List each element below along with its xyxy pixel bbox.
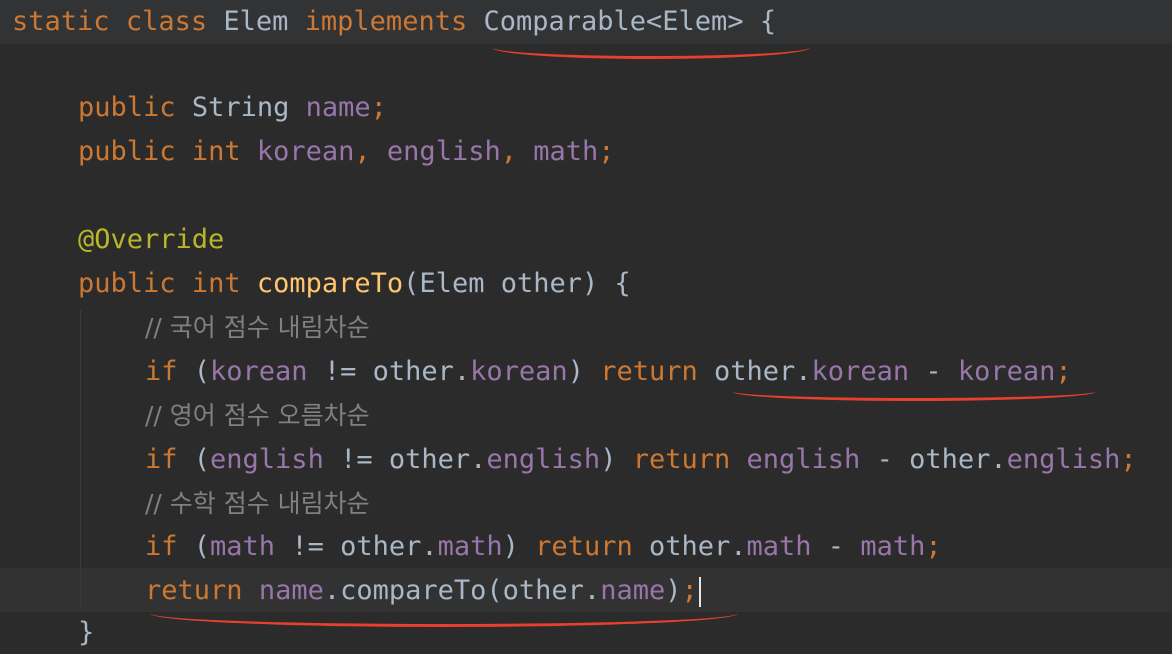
open-brace: { [759,6,777,37]
keyword-class: class [125,6,208,37]
operator-minus-other: - other. [860,444,1007,475]
keyword-return: return [145,575,243,606]
field-english: english [1006,444,1121,475]
keyword-implements: implements [304,6,468,37]
method-params: (Elem other) { [403,268,631,299]
paren-open: ( [177,356,211,387]
keyword-if: if [145,531,178,562]
paren-close: ) [567,356,601,387]
class-name: Elem [223,6,289,37]
underline-comparable [492,36,810,59]
code-line-override-annotation[interactable]: @Override [78,220,224,260]
indent-guide [80,310,81,610]
field-math: math [860,531,926,562]
keyword-return: return [600,356,698,387]
field-korean: korean [470,356,568,387]
comment-math-desc[interactable]: // 수학 점수 내림차순 [145,484,370,524]
keyword-public: public [78,136,176,167]
keyword-if: if [145,444,178,475]
semicolon: ; [1055,356,1072,387]
operator-neq: != other. [275,531,438,562]
type-string: String [191,92,290,123]
code-line-english-compare[interactable]: if (english != other.english) return eng… [145,440,1137,480]
paren-close: ) [600,444,633,475]
field-english: english [746,444,861,475]
interface-name: Comparable<Elem> [483,6,744,37]
field-math: math [533,136,599,167]
semicolon: ; [925,531,942,562]
field-korean: korean [256,136,355,167]
comment-english-asc[interactable]: // 영어 점수 오름차순 [145,396,370,436]
comma: , [354,136,387,167]
paren-close: ) [665,575,682,606]
keyword-return: return [632,444,731,475]
method-compareTo: compareTo [256,268,404,299]
field-english: english [486,444,601,475]
underline-name-compare [150,600,738,627]
code-line-name-field[interactable]: public String name; [78,88,387,128]
semicolon: ; [370,92,387,123]
field-korean: korean [210,356,308,387]
keyword-static: static [12,6,110,37]
code-line-method-signature[interactable]: public int compareTo(Elem other) { [78,264,631,304]
type-int: int [191,136,241,167]
comment-korean-desc[interactable]: // 국어 점수 내림차순 [145,308,370,348]
field-math: math [437,531,503,562]
underline-korean-return [732,382,1096,401]
type-int: int [191,268,241,299]
field-math: math [210,531,276,562]
semicolon: ; [598,136,615,167]
comma: , [500,136,534,167]
field-name: name [305,92,371,123]
code-line-score-fields[interactable]: public int korean, english, math; [78,132,615,172]
code-line-close-brace[interactable]: } [78,613,94,653]
paren-close: ) [502,531,536,562]
keyword-if: if [145,356,178,387]
field-english: english [386,136,501,167]
field-english: english [210,444,324,475]
field-name: name [600,575,666,606]
keyword-return: return [535,531,633,562]
keyword-public: public [78,92,176,123]
operator-neq: != other. [307,356,471,387]
close-brace: } [78,617,95,648]
paren-open: ( [177,531,211,562]
semicolon: ; [681,575,698,606]
code-editor[interactable]: static class Elem implements Comparable<… [0,0,1172,654]
text-caret [698,576,701,607]
code-line-math-compare[interactable]: if (math != other.math) return other.mat… [145,527,942,567]
other-ref: other. [697,356,812,387]
other-ref: other. [632,531,747,562]
operator-neq: != other. [323,444,487,475]
semicolon: ; [1120,444,1137,475]
operator-minus: - [811,531,861,562]
annotation-override: @Override [78,224,225,255]
paren-open: ( [177,444,211,475]
field-math: math [746,531,812,562]
keyword-public: public [78,268,176,299]
